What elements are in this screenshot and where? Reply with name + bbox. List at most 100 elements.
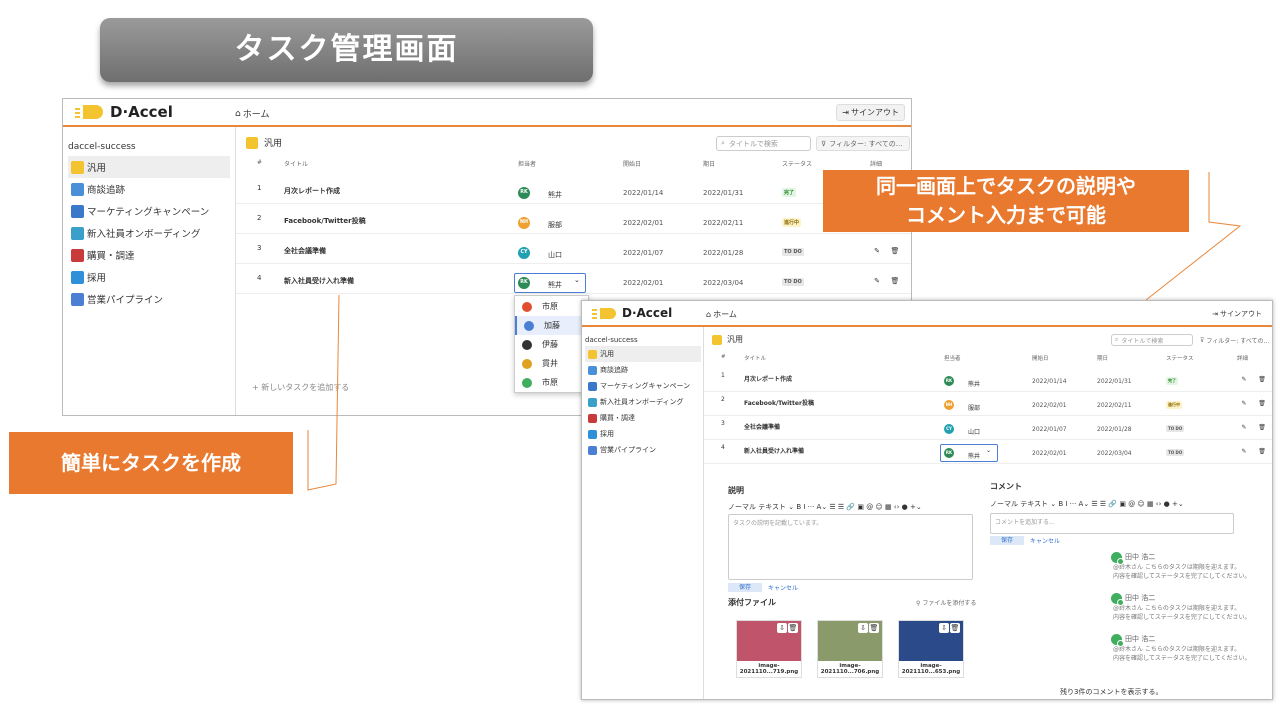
status-badge[interactable]: TO DO (782, 278, 804, 287)
search-input[interactable]: ⌕ タイトルで検索 (1111, 334, 1193, 346)
attach-file-link[interactable]: ⚲ ファイルを添付する (916, 598, 976, 607)
attachment-thumbnail[interactable]: ⇩ 🗑 image-2021110...719.png (736, 620, 802, 678)
logo[interactable]: D·Accel (592, 306, 672, 320)
comment-header: 田中 浩二2021年11月27日 12:20 (1111, 592, 1272, 606)
signout-label: サインアウト (851, 108, 899, 117)
edit-icon[interactable]: ✎ (1237, 376, 1251, 390)
assignee-option[interactable]: 市原 (515, 297, 588, 316)
status-badge[interactable]: 進行中 (782, 218, 802, 228)
task-title[interactable]: 月次レポート作成 (744, 374, 792, 383)
sidebar-item[interactable]: 汎用 (68, 156, 230, 178)
status-badge[interactable]: TO DO (1166, 425, 1185, 432)
delete-icon[interactable]: 🗑 (950, 623, 960, 633)
col-header-due: 期日 (1097, 356, 1109, 362)
assignee-option[interactable]: 貫井 (515, 354, 588, 373)
task-title[interactable]: 月次レポート作成 (284, 186, 340, 196)
delete-icon[interactable]: 🗑 (888, 247, 902, 261)
delete-icon[interactable]: 🗑 (1255, 400, 1269, 414)
download-icon[interactable]: ⇩ (858, 623, 868, 633)
assignee-name: 熊井 (548, 281, 562, 289)
add-task-link[interactable]: + 新しいタスクを追加する (252, 382, 349, 393)
status-badge[interactable]: 完了 (1166, 377, 1178, 385)
row-number: 2 (721, 396, 725, 403)
task-title[interactable]: Facebook/Twitter投稿 (284, 216, 366, 226)
table-row[interactable]: 4 新入社員受け入れ準備 ⌄ RK 熊井 2022/02/01 2022/03/04 TO D… (704, 440, 1272, 464)
signout-button[interactable]: ⇥ サインアウト (1208, 307, 1266, 321)
signout-button[interactable]: ⇥ サインアウト (836, 104, 905, 121)
task-title[interactable]: 新入社員受け入れ準備 (284, 276, 354, 286)
sidebar-item[interactable]: 営業パイプライン (68, 288, 230, 310)
sidebar-item[interactable]: 汎用 (585, 346, 701, 362)
description-save-button[interactable]: 保存 (728, 583, 762, 592)
delete-icon[interactable]: 🗑 (888, 277, 902, 291)
sidebar-item-label: 購買・調達 (600, 414, 635, 422)
comment-text: 内容を確認してステータスを完了にしてください。 (1113, 614, 1251, 621)
sidebar-item[interactable]: 購買・調達 (68, 244, 230, 266)
sidebar-item[interactable]: 新入社員オンボーディング (68, 222, 230, 244)
table-row[interactable]: 1 月次レポート作成 RK 熊井 2022/01/14 2022/01/31 完了 ✎ 🗑 (704, 368, 1272, 392)
task-title[interactable]: 全社会議準備 (284, 246, 326, 256)
table-row[interactable]: 2 Facebook/Twitter投稿 NH 服部 2022/02/01 2022/02… (704, 392, 1272, 416)
delete-icon[interactable]: 🗑 (1255, 424, 1269, 438)
download-icon[interactable]: ⇩ (939, 623, 949, 633)
sidebar-item[interactable]: 購買・調達 (585, 410, 701, 426)
edit-icon[interactable]: ✎ (1237, 448, 1251, 462)
table-row[interactable]: 2 Facebook/Twitter投稿 NH 服部 2022/02/01 2022/02… (236, 204, 911, 234)
sidebar-item[interactable]: マーケティングキャンペーン (585, 378, 701, 394)
sidebar-item[interactable]: マーケティングキャンペーン (68, 200, 230, 222)
comment-save-button[interactable]: 保存 (990, 536, 1024, 545)
comment-cancel-button[interactable]: キャンセル (1030, 536, 1060, 545)
col-header-status: ステータス (1166, 356, 1194, 362)
task-title[interactable]: 新入社員受け入れ準備 (744, 446, 804, 455)
status-badge[interactable]: 進行中 (1166, 401, 1182, 409)
sidebar-item[interactable]: 新入社員オンボーディング (585, 394, 701, 410)
sidebar-item[interactable]: 営業パイプライン (585, 442, 701, 458)
delete-icon[interactable]: 🗑 (788, 623, 798, 633)
sidebar-item[interactable]: 採用 (585, 426, 701, 442)
delete-icon[interactable]: 🗑 (1255, 376, 1269, 390)
assignee-option[interactable]: 市原 (515, 373, 588, 392)
description-toolbar[interactable]: ノーマル テキスト ⌄ B I ··· A⌄ ☰ ☰ 🔗 ▣ @ ☺ ▦ ‹› … (728, 502, 978, 512)
plus-icon: + (252, 383, 262, 392)
status-badge[interactable]: TO DO (782, 248, 804, 257)
comment-toolbar[interactable]: ノーマル テキスト ⌄ B I ··· A⌄ ☰ ☰ 🔗 ▣ @ ☺ ▦ ‹› … (990, 499, 1184, 509)
attachment-thumbnail[interactable]: ⇩ 🗑 image-2021110...706.png (817, 620, 883, 678)
col-header-start: 開始日 (623, 161, 642, 168)
person-avatar-icon (522, 377, 532, 388)
description-textarea[interactable]: タスクの説明を記載しています。 (728, 514, 973, 580)
more-comments-link[interactable]: 残り3件のコメントを表示する。 (1060, 687, 1162, 697)
filter-button[interactable]: ⊽ フィルター: すべての... (816, 136, 910, 151)
table-row[interactable]: 4 新入社員受け入れ準備 ⌄ RK 熊井 2022/02/01 2022/03/04 TO D… (236, 264, 911, 294)
attachment-thumbnail[interactable]: ⇩ 🗑 image-2021110...653.png (898, 620, 964, 678)
logo[interactable]: D·Accel (75, 103, 173, 121)
task-title[interactable]: 全社会議準備 (744, 422, 780, 431)
sidebar-item[interactable]: 商談追跡 (585, 362, 701, 378)
edit-icon[interactable]: ✎ (870, 277, 884, 291)
edit-icon[interactable]: ✎ (870, 247, 884, 261)
task-title[interactable]: Facebook/Twitter投稿 (744, 398, 814, 407)
status-badge[interactable]: 完了 (782, 188, 797, 198)
edit-icon[interactable]: ✎ (1237, 400, 1251, 414)
sidebar-item-label: 商談追跡 (87, 185, 126, 196)
sidebar-item[interactable]: 商談追跡 (68, 178, 230, 200)
delete-icon[interactable]: 🗑 (1255, 448, 1269, 462)
delete-icon[interactable]: 🗑 (869, 623, 879, 633)
home-link[interactable]: ⌂ ホーム (235, 107, 269, 121)
description-cancel-button[interactable]: キャンセル (768, 583, 798, 592)
sidebar-item[interactable]: 採用 (68, 266, 230, 288)
general-icon (588, 349, 597, 359)
table-row[interactable]: 3 全社会議準備 CY 山口 2022/01/07 2022/01/28 TO DO ✎ 🗑 (236, 234, 911, 264)
filter-button[interactable]: ⊽ フィルター: すべての... (1197, 334, 1271, 346)
comment-textarea[interactable]: コメントを追加する... (990, 513, 1234, 534)
assignee-option[interactable]: 伊藤 (515, 335, 588, 354)
breadcrumb: 汎用 (246, 136, 282, 149)
search-input[interactable]: ⌕ タイトルで検索 (716, 136, 811, 151)
assignee-option[interactable]: 加藤 (515, 316, 588, 335)
home-link[interactable]: ⌂ ホーム (706, 309, 737, 320)
status-badge[interactable]: TO DO (1166, 449, 1185, 456)
edit-icon[interactable]: ✎ (1237, 424, 1251, 438)
table-row[interactable]: 3 全社会議準備 CY 山口 2022/01/07 2022/01/28 TO DO ✎ 🗑 (704, 416, 1272, 440)
start-date: 2022/01/07 (1032, 426, 1067, 433)
table-row[interactable]: 1 月次レポート作成 RK 熊井 2022/01/14 2022/01/31 完了 (236, 174, 911, 204)
download-icon[interactable]: ⇩ (777, 623, 787, 633)
